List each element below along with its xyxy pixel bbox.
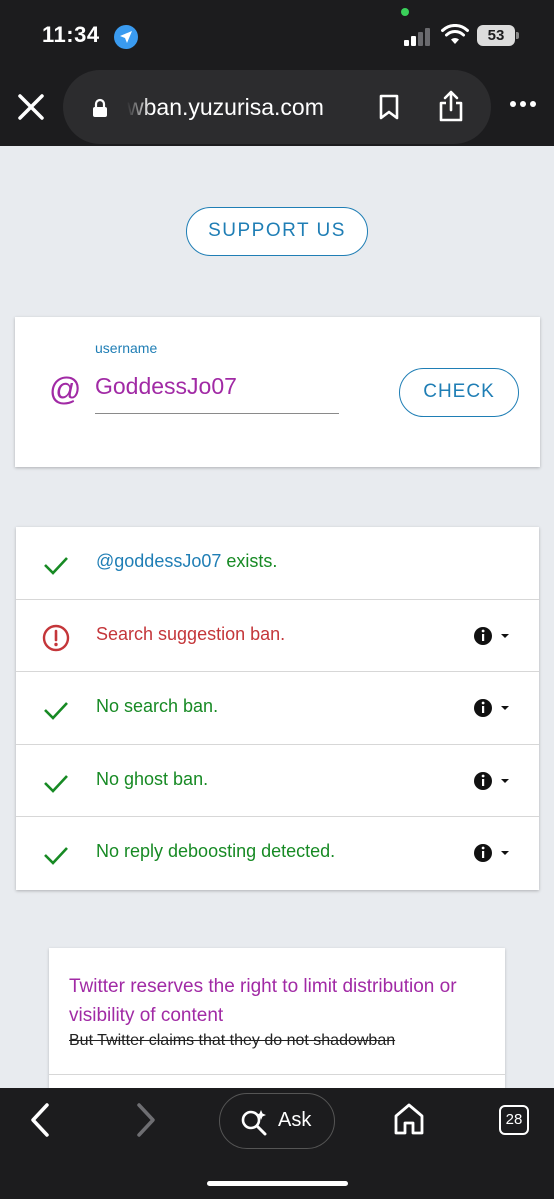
- notice-card: Twitter reserves the right to limit dist…: [49, 948, 505, 1088]
- home-indicator: [207, 1181, 348, 1186]
- location-arrow-icon: [114, 25, 138, 49]
- forward-arrow-icon[interactable]: [130, 1102, 160, 1138]
- username-input[interactable]: [95, 370, 339, 414]
- result-text: @goddessJo07 exists.: [96, 551, 277, 572]
- camera-indicator-icon: [401, 8, 409, 16]
- check-button[interactable]: CHECK: [399, 368, 519, 417]
- result-row-reply-deboosting[interactable]: No reply deboosting detected.: [16, 817, 539, 890]
- info-dropdown-icon[interactable]: [473, 696, 513, 720]
- sparkle-search-icon: [241, 1110, 267, 1136]
- lock-icon: [93, 98, 107, 117]
- result-row-search-suggestion-ban[interactable]: Search suggestion ban.: [16, 600, 539, 673]
- checkmark-icon: [44, 847, 68, 866]
- status-time: 11:34: [42, 22, 100, 47]
- close-icon[interactable]: [16, 92, 46, 122]
- ask-label: Ask: [278, 1109, 312, 1131]
- result-row-ghost-ban[interactable]: No ghost ban.: [16, 745, 539, 818]
- more-icon[interactable]: [510, 100, 536, 108]
- divider: [49, 1074, 505, 1075]
- back-arrow-icon[interactable]: [26, 1102, 56, 1138]
- tab-count-button[interactable]: 28: [499, 1105, 529, 1135]
- info-dropdown-icon[interactable]: [473, 769, 513, 793]
- url-fade: [127, 90, 151, 124]
- browser-top-chrome: 11:34 53 wban.yuzurisa.com: [0, 0, 554, 146]
- result-message: Search suggestion ban.: [96, 623, 286, 644]
- error-circle-icon: [42, 624, 70, 651]
- result-row-search-ban[interactable]: No search ban.: [16, 672, 539, 745]
- checkmark-icon: [44, 702, 68, 721]
- url-text[interactable]: wban.yuzurisa.com: [127, 94, 357, 121]
- result-handle-link[interactable]: @goddessJo07: [96, 551, 221, 571]
- checkmark-icon: [44, 557, 68, 575]
- results-list: @goddessJo07 exists. Search suggestion b…: [16, 527, 539, 890]
- browser-bottom-toolbar: Ask 28: [0, 1088, 554, 1199]
- wifi-icon: [441, 24, 469, 44]
- info-dropdown-icon[interactable]: [473, 841, 513, 865]
- at-sign-icon: @: [49, 371, 82, 407]
- result-message: No reply deboosting detected.: [96, 841, 336, 862]
- info-dropdown-icon[interactable]: [473, 624, 513, 648]
- notice-title: Twitter reserves the right to limit dist…: [69, 976, 457, 1026]
- ask-button[interactable]: Ask: [219, 1093, 335, 1149]
- address-bar[interactable]: wban.yuzurisa.com: [63, 70, 491, 144]
- username-search-card: username @ CHECK: [15, 317, 540, 467]
- result-row-exists: @goddessJo07 exists.: [16, 527, 539, 600]
- notice-strikethrough: But Twitter claims that they do not shad…: [69, 1032, 396, 1049]
- result-message: exists.: [221, 551, 278, 571]
- result-message: No ghost ban.: [96, 768, 209, 789]
- bookmark-icon[interactable]: [378, 94, 400, 120]
- cellular-signal-icon: [404, 26, 434, 46]
- result-message: No search ban.: [96, 696, 219, 717]
- username-label: username: [95, 340, 158, 356]
- battery-icon: 53: [477, 25, 519, 46]
- checkmark-icon: [44, 774, 68, 793]
- home-icon[interactable]: [393, 1102, 425, 1136]
- share-icon[interactable]: [437, 90, 465, 122]
- support-us-button[interactable]: SUPPORT US: [186, 207, 368, 256]
